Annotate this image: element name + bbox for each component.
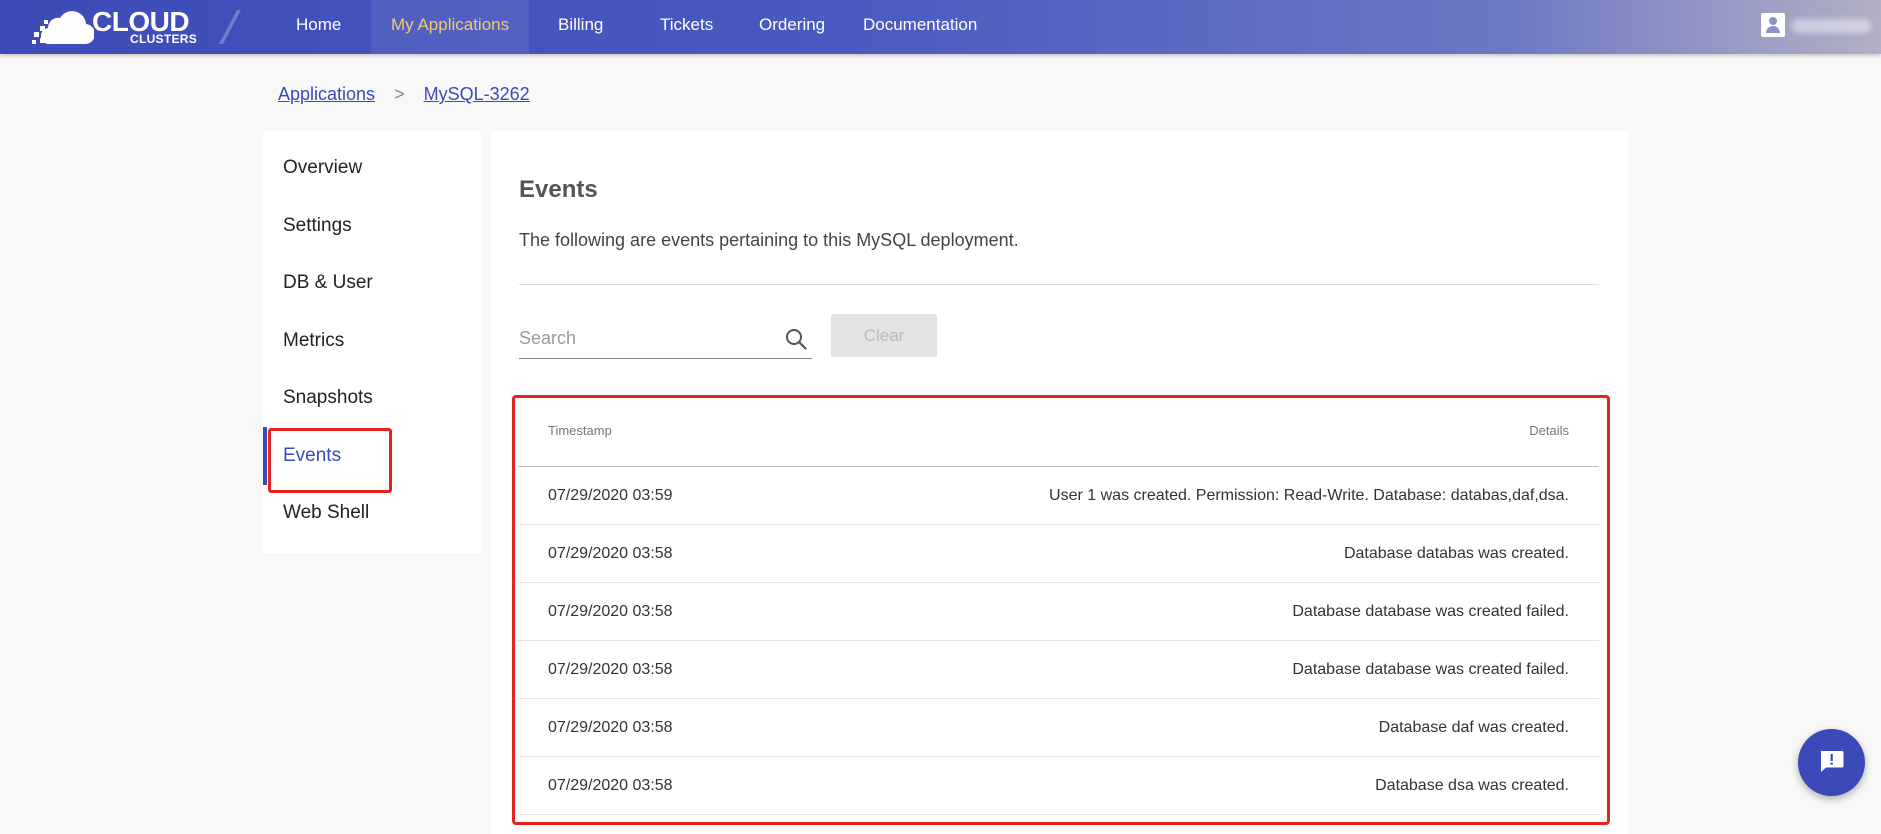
event-details: Database database was created failed. bbox=[1292, 661, 1569, 678]
username-redacted bbox=[1791, 19, 1871, 33]
sidebar-item-events[interactable]: Events bbox=[263, 427, 481, 485]
feedback-button[interactable] bbox=[1798, 729, 1865, 796]
breadcrumb: Applications > MySQL-3262 bbox=[278, 84, 530, 105]
top-navbar: CLOUD CLUSTERS Home My Applications Bill… bbox=[0, 0, 1881, 54]
sidebar-item-web-shell[interactable]: Web Shell bbox=[263, 484, 481, 542]
sidebar-item-db-user[interactable]: DB & User bbox=[263, 254, 481, 312]
sidebar-item-snapshots[interactable]: Snapshots bbox=[263, 369, 481, 427]
app-sidebar: Overview Settings DB & User Metrics Snap… bbox=[263, 131, 481, 553]
search-box bbox=[519, 319, 812, 359]
nav-my-applications[interactable]: My Applications bbox=[371, 0, 530, 54]
breadcrumb-current-link[interactable]: MySQL-3262 bbox=[424, 84, 530, 104]
feedback-icon bbox=[1820, 751, 1844, 772]
search-icon[interactable] bbox=[785, 328, 807, 350]
table-row: 07/29/2020 03:58 Database dsa was create… bbox=[518, 757, 1599, 815]
event-timestamp: 07/29/2020 03:58 bbox=[548, 545, 673, 562]
table-row: 07/29/2020 03:59 User 1 was created. Per… bbox=[518, 467, 1599, 525]
search-input[interactable] bbox=[519, 319, 769, 357]
events-panel: Events The following are events pertaini… bbox=[491, 131, 1628, 834]
event-details: Database databas was created. bbox=[1343, 545, 1569, 562]
nav-home[interactable]: Home bbox=[276, 0, 361, 54]
event-details: User 1 was created. Permission: Read-Wri… bbox=[1049, 487, 1569, 504]
event-details: Database database was created failed. bbox=[1292, 603, 1569, 620]
user-icon bbox=[1761, 13, 1785, 37]
sidebar-item-settings[interactable]: Settings bbox=[263, 197, 481, 255]
event-timestamp: 07/29/2020 03:58 bbox=[548, 719, 673, 736]
nav-divider bbox=[218, 10, 242, 44]
table-row: 07/29/2020 03:58 Database databas was cr… bbox=[518, 525, 1599, 583]
column-header-details: Details bbox=[1529, 423, 1569, 438]
event-timestamp: 07/29/2020 03:58 bbox=[548, 603, 673, 620]
logo-text-clusters: CLUSTERS bbox=[130, 32, 198, 46]
cloud-logo-icon bbox=[32, 11, 94, 45]
cloud-clusters-logo[interactable]: CLOUD CLUSTERS bbox=[28, 4, 218, 50]
nav-billing[interactable]: Billing bbox=[538, 0, 623, 54]
clear-button[interactable]: Clear bbox=[831, 314, 937, 357]
event-details: Database dsa was created. bbox=[1375, 777, 1569, 794]
breadcrumb-separator: > bbox=[394, 84, 405, 104]
nav-tickets[interactable]: Tickets bbox=[640, 0, 733, 54]
event-timestamp: 07/29/2020 03:58 bbox=[548, 661, 673, 678]
sidebar-item-overview[interactable]: Overview bbox=[263, 139, 481, 197]
sidebar-item-metrics[interactable]: Metrics bbox=[263, 312, 481, 370]
section-divider bbox=[519, 284, 1599, 285]
page-description: The following are events pertaining to t… bbox=[519, 230, 1019, 250]
event-details: Database daf was created. bbox=[1378, 719, 1569, 736]
event-timestamp: 07/29/2020 03:59 bbox=[548, 487, 673, 504]
user-menu[interactable] bbox=[1761, 13, 1871, 39]
table-row: 07/29/2020 03:58 Database database was c… bbox=[518, 641, 1599, 699]
table-row: 07/29/2020 03:58 Database daf was create… bbox=[518, 699, 1599, 757]
breadcrumb-applications-link[interactable]: Applications bbox=[278, 84, 375, 104]
page-title: Events bbox=[519, 176, 598, 203]
nav-ordering[interactable]: Ordering bbox=[739, 0, 845, 54]
event-timestamp: 07/29/2020 03:58 bbox=[548, 777, 673, 794]
nav-documentation[interactable]: Documentation bbox=[843, 0, 997, 54]
table-row: 07/29/2020 03:58 Database database was c… bbox=[518, 583, 1599, 641]
column-header-timestamp: Timestamp bbox=[548, 423, 612, 438]
